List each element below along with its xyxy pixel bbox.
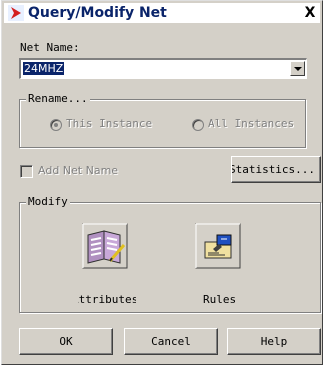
title-bar: Query/Modify Net X: [4, 3, 320, 23]
radio-all-instances-label[interactable]: All Instances: [208, 117, 303, 130]
window-title: Query/Modify Net: [28, 5, 167, 21]
modify-group: Modify Attributes: [19, 195, 321, 313]
rules-icon[interactable]: [195, 223, 241, 269]
attributes-label-text: Attributes: [78, 293, 136, 306]
modify-group-title: Modify: [26, 195, 70, 208]
app-arrow-icon: [8, 5, 24, 21]
add-net-name-label[interactable]: Add Net Name: [38, 164, 118, 177]
net-name-value[interactable]: 24MHZ: [23, 62, 65, 75]
radio-all-instances[interactable]: [192, 119, 204, 131]
statistics-button[interactable]: Statistics...: [231, 156, 321, 183]
net-name-combo[interactable]: 24MHZ: [19, 58, 307, 79]
chevron-down-icon[interactable]: [290, 61, 305, 76]
cancel-button[interactable]: Cancel: [124, 328, 218, 355]
attributes-book-icon[interactable]: [82, 223, 128, 269]
close-button[interactable]: X: [302, 5, 318, 21]
ok-button[interactable]: OK: [19, 328, 113, 355]
add-net-name-checkbox[interactable]: [20, 165, 33, 178]
rename-group-title: Rename...: [26, 92, 90, 105]
query-modify-net-dialog: Query/Modify Net X Net Name: 24MHZ Renam…: [1, 0, 323, 365]
rename-group: Rename... This Instance All Instances: [19, 92, 306, 148]
help-button[interactable]: Help: [227, 328, 321, 355]
rules-label: Rules: [203, 293, 237, 306]
statistics-button-label: Statistics...: [231, 163, 316, 176]
net-name-label: Net Name:: [20, 41, 80, 54]
radio-this-instance[interactable]: [50, 119, 62, 131]
attributes-label: Attributes: [78, 293, 136, 306]
radio-this-instance-label[interactable]: This Instance: [66, 117, 182, 130]
